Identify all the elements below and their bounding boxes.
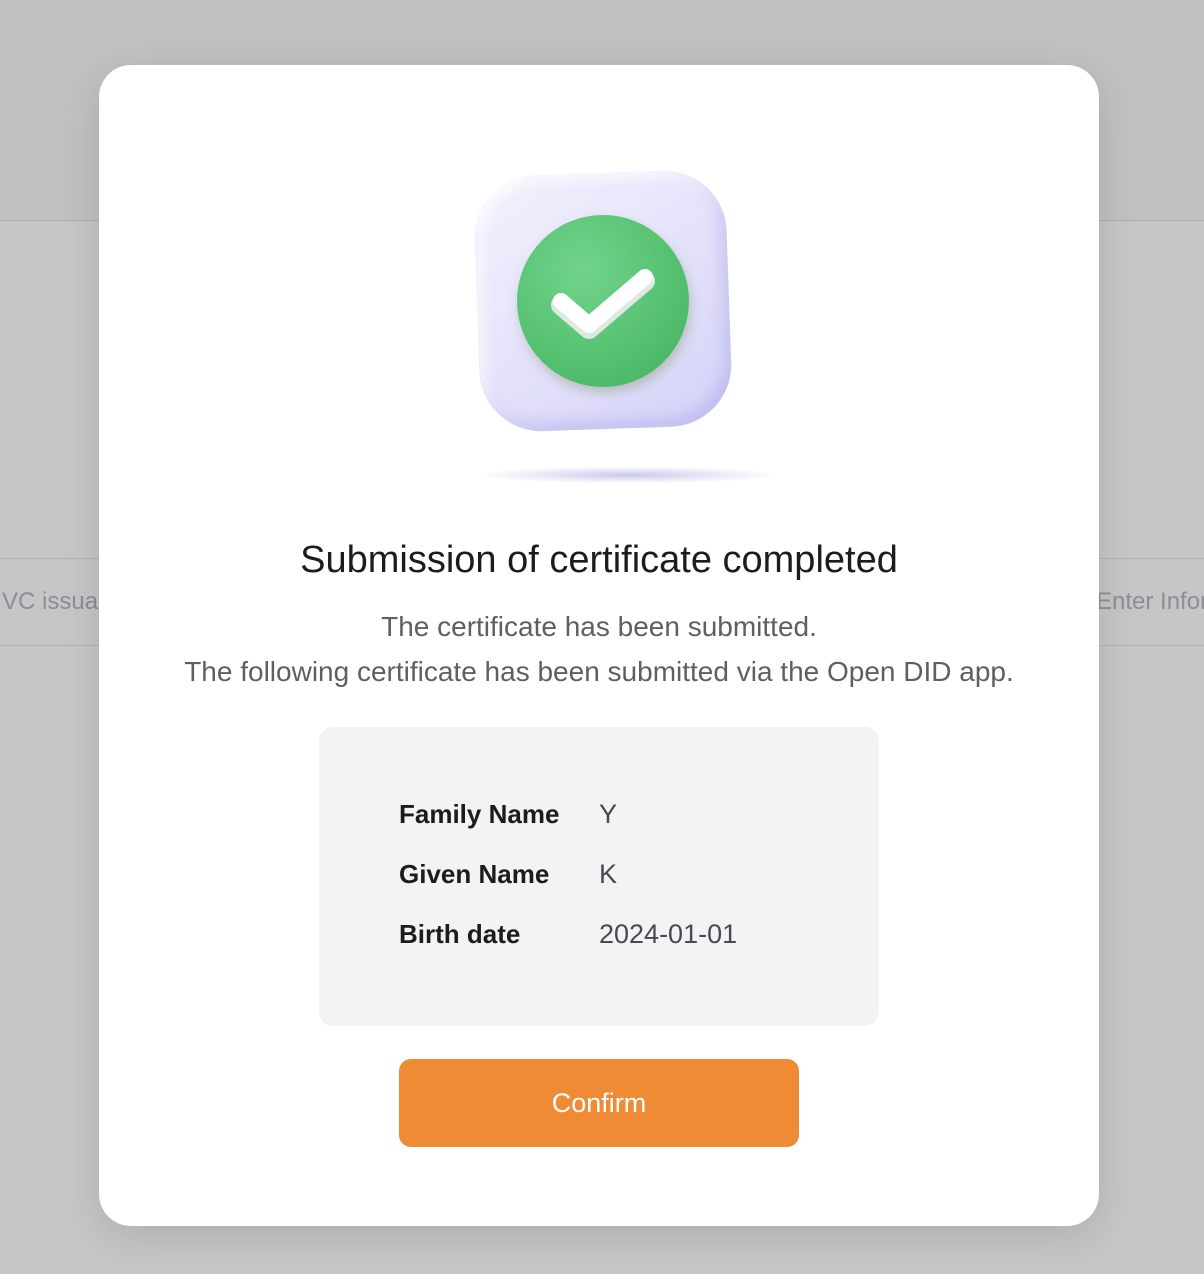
checkmark-icon — [551, 269, 655, 339]
success-check-icon — [472, 168, 773, 501]
background-step-label-right: Enter Infor — [1096, 588, 1204, 615]
background-step-label-left: VC issua — [2, 588, 99, 615]
info-row-birth-date: Birth date 2024-01-01 — [399, 919, 839, 955]
badge-shadow — [483, 467, 773, 483]
modal-title: Submission of certificate completed — [300, 539, 898, 581]
info-label: Given Name — [399, 859, 550, 889]
submission-complete-modal: Submission of certificate completed The … — [99, 65, 1099, 1226]
info-value: Y — [599, 799, 618, 829]
confirm-button[interactable]: Confirm — [399, 1059, 799, 1147]
info-label: Family Name — [399, 799, 560, 829]
modal-description-line2: The following certificate has been submi… — [184, 656, 1014, 687]
info-value: K — [599, 859, 618, 889]
info-value: 2024-01-01 — [599, 919, 738, 949]
certificate-info-box: Family Name Y Given Name K Birth date 20… — [319, 727, 879, 1026]
page: VC issua Enter Infor Submission of certi… — [0, 0, 1204, 1274]
info-row-given-name: Given Name K — [399, 859, 839, 895]
modal-description-line1: The certificate has been submitted. — [381, 611, 817, 642]
info-label: Birth date — [399, 919, 521, 949]
info-row-family-name: Family Name Y — [399, 799, 839, 835]
